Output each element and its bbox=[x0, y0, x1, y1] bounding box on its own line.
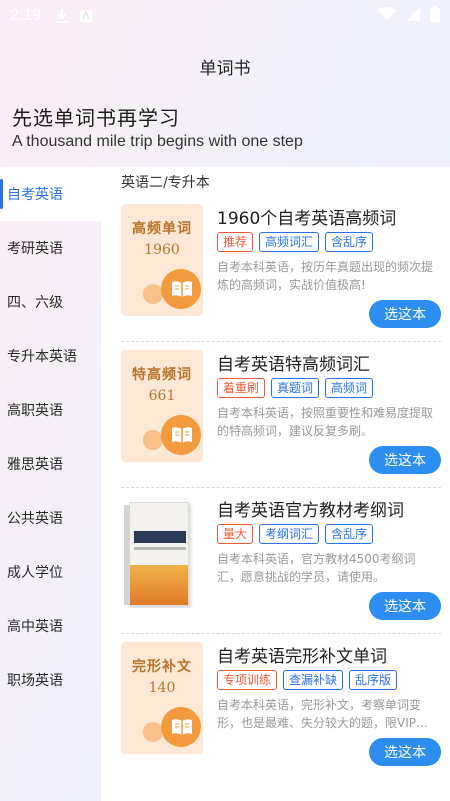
hero-subtitle: A thousand mile trip begins with one ste… bbox=[12, 133, 303, 150]
cover-number: 661 bbox=[148, 388, 176, 404]
book-title: 1960个自考英语高频词 bbox=[217, 209, 397, 229]
tag: 量大 bbox=[217, 524, 254, 544]
book-cover: 高频单词 1960 bbox=[121, 204, 203, 316]
choose-book-button[interactable]: 选这本 bbox=[369, 300, 441, 328]
tag-list: 推荐 高频词汇 含乱序 bbox=[217, 232, 374, 252]
divider bbox=[121, 487, 441, 488]
sidebar-item-label: 专升本英语 bbox=[7, 349, 77, 365]
open-book-icon bbox=[171, 426, 193, 448]
book-title: 自考英语官方教材考纲词 bbox=[217, 501, 404, 521]
sidebar-item-adult-degree[interactable]: 成人学位 bbox=[0, 545, 101, 599]
open-book-icon bbox=[171, 280, 193, 302]
sidebar-item-self-study[interactable]: 自考英语 bbox=[0, 167, 101, 221]
cover-decoration bbox=[143, 430, 163, 450]
hero-title: 先选单词书再学习 bbox=[12, 106, 180, 130]
book-list-panel: 英语二/专升本 高频单词 1960 1960个自考英语高频词 推荐 高频词汇 含… bbox=[101, 167, 450, 801]
sidebar-item-workplace[interactable]: 职场英语 bbox=[0, 653, 101, 707]
app-notification-icon bbox=[79, 9, 93, 23]
tag: 推荐 bbox=[217, 232, 254, 252]
sidebar-item-label: 高中英语 bbox=[7, 619, 63, 635]
book-card[interactable]: 自考英语官方教材考纲词 量大 考纲词汇 含乱序 自考本科英语，官方教材4500考… bbox=[121, 496, 441, 634]
choose-book-button[interactable]: 选这本 bbox=[369, 738, 441, 766]
book-cover bbox=[121, 496, 203, 608]
tag-list: 着重刷 真题词 高频词 bbox=[217, 378, 374, 398]
page-title: 单词书 bbox=[199, 59, 251, 79]
tag: 乱序版 bbox=[349, 670, 398, 690]
book-description: 自考本科英语，按历年真题出现的频次提炼的高频词，实战价值极高! bbox=[217, 260, 434, 292]
sidebar-item-upgrade[interactable]: 专升本英语 bbox=[0, 329, 101, 383]
cover-title: 高频单词 bbox=[132, 221, 192, 237]
book-title: 自考英语完形补文单词 bbox=[217, 647, 387, 667]
book-card[interactable]: 特高频词 661 自考英语特高频词汇 着重刷 真题词 高频词 自考本科英语，按照… bbox=[121, 350, 441, 488]
tag-list: 专项训练 查漏补缺 乱序版 bbox=[217, 670, 398, 690]
sidebar-item-label: 雅思英语 bbox=[7, 457, 63, 473]
sidebar-item-label: 考研英语 bbox=[7, 241, 63, 257]
sidebar-item-high-school[interactable]: 高中英语 bbox=[0, 599, 101, 653]
signal-icon bbox=[406, 7, 420, 25]
book-card[interactable]: 高频单词 1960 1960个自考英语高频词 推荐 高频词汇 含乱序 自考本科英… bbox=[121, 204, 441, 342]
book-cover: 特高频词 661 bbox=[121, 350, 203, 462]
tag: 含乱序 bbox=[325, 232, 374, 252]
cover-decoration bbox=[143, 284, 163, 304]
book-card[interactable]: 完形补文 140 自考英语完形补文单词 专项训练 查漏补缺 乱序版 自考本科英语… bbox=[121, 642, 441, 772]
tag: 高频词汇 bbox=[259, 232, 320, 252]
sidebar-item-label: 成人学位 bbox=[7, 565, 63, 581]
tag: 专项训练 bbox=[217, 670, 278, 690]
category-sidebar: 自考英语 考研英语 四、六级 专升本英语 高职英语 雅思英语 公共英语 成人学位… bbox=[0, 167, 101, 801]
cover-title: 特高频词 bbox=[132, 367, 192, 383]
cover-band bbox=[134, 547, 186, 550]
open-book-icon bbox=[171, 718, 193, 740]
cover-number: 140 bbox=[148, 680, 176, 696]
textbook-photo bbox=[124, 502, 189, 606]
battery-icon bbox=[430, 6, 440, 26]
sidebar-item-label: 四、六级 bbox=[7, 295, 63, 311]
divider bbox=[121, 341, 441, 342]
cover-base bbox=[130, 565, 188, 605]
sidebar-item-cet[interactable]: 四、六级 bbox=[0, 275, 101, 329]
tag: 真题词 bbox=[271, 378, 320, 398]
choose-book-button[interactable]: 选这本 bbox=[369, 446, 441, 474]
choose-book-button[interactable]: 选这本 bbox=[369, 592, 441, 620]
status-time: 2:19 bbox=[10, 7, 42, 24]
book-cover: 完形补文 140 bbox=[121, 642, 203, 754]
status-bar: 2:19 bbox=[0, 0, 450, 32]
sidebar-item-postgraduate[interactable]: 考研英语 bbox=[0, 221, 101, 275]
book-description: 自考本科英语，官方教材4500考纲词汇，愿意挑战的学员，请使用。 bbox=[217, 552, 416, 584]
cover-number: 1960 bbox=[144, 242, 180, 258]
sidebar-item-pets[interactable]: 公共英语 bbox=[0, 491, 101, 545]
book-description: 自考本科英语，按照重要性和难易度提取的特高频词，建议反复多刷。 bbox=[217, 406, 434, 438]
book-description: 自考本科英语，完形补文，考察单词变形，也是最难、失分较大的题，限VIP… bbox=[217, 698, 428, 730]
download-icon bbox=[55, 8, 69, 24]
tag: 着重刷 bbox=[217, 378, 266, 398]
sidebar-item-label: 高职英语 bbox=[7, 403, 63, 419]
sidebar-item-label: 职场英语 bbox=[7, 673, 63, 689]
tag: 高频词 bbox=[325, 378, 374, 398]
sidebar-item-label: 自考英语 bbox=[7, 187, 63, 203]
tag-list: 量大 考纲词汇 含乱序 bbox=[217, 524, 374, 544]
sidebar-item-vocational[interactable]: 高职英语 bbox=[0, 383, 101, 437]
status-right bbox=[378, 6, 440, 26]
divider bbox=[121, 633, 441, 634]
tag: 考纲词汇 bbox=[259, 524, 320, 544]
category-heading: 英语二/专升本 bbox=[121, 175, 210, 191]
tag: 含乱序 bbox=[325, 524, 374, 544]
wifi-icon bbox=[378, 7, 396, 25]
cover-band bbox=[134, 531, 186, 543]
cover-title: 完形补文 bbox=[132, 659, 192, 675]
tag: 查漏补缺 bbox=[283, 670, 344, 690]
sidebar-item-ielts[interactable]: 雅思英语 bbox=[0, 437, 101, 491]
book-title: 自考英语特高频词汇 bbox=[217, 355, 370, 375]
cover-decoration bbox=[143, 722, 163, 742]
sidebar-item-label: 公共英语 bbox=[7, 511, 63, 527]
